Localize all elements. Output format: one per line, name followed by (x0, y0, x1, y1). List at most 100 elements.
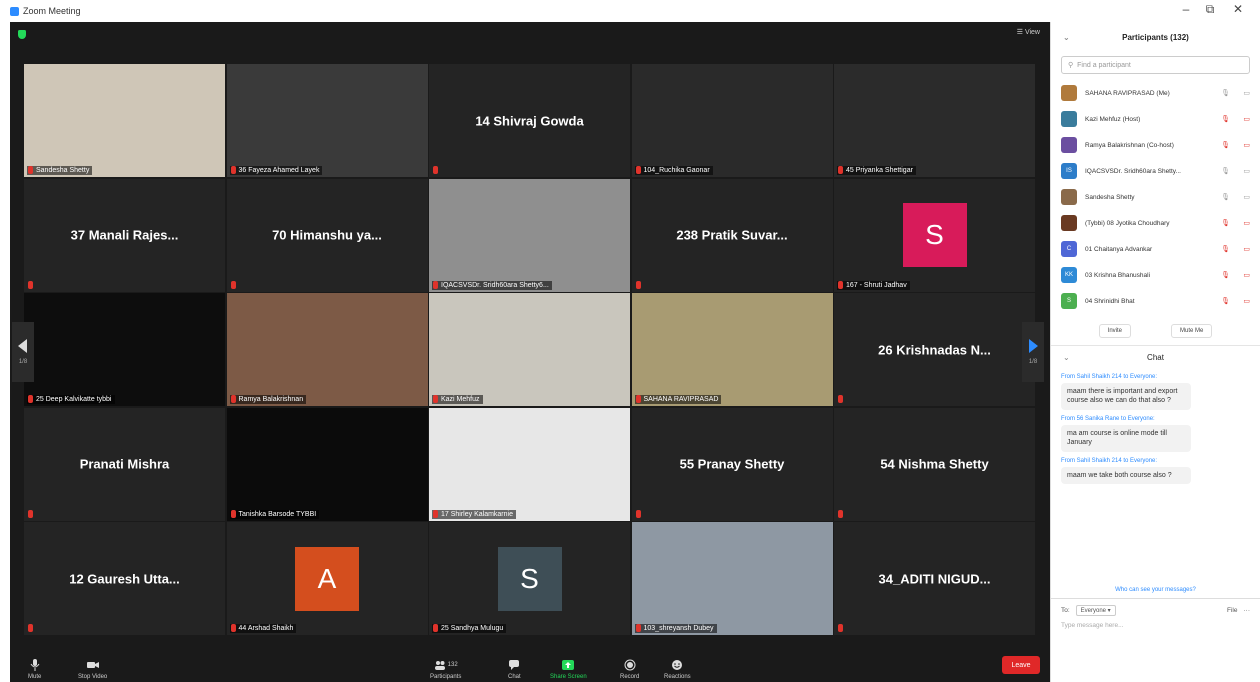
file-button[interactable]: File (1227, 607, 1237, 614)
participant-row[interactable]: IS IQACSVSDr. Sridh60ara Shetty... 🎙︎ ▭ (1051, 158, 1260, 184)
participant-row[interactable]: (Tybbi) 08 Jyotika Choudhary 🎙︎ ▭ (1051, 210, 1260, 236)
video-tile[interactable]: 36 Fayeza Ahamed Layek (226, 64, 428, 177)
chat-message-input[interactable]: Type message here... (1061, 622, 1250, 629)
participant-avatar (1061, 111, 1077, 127)
video-tile[interactable]: 26 Krishnadas N... (834, 293, 1035, 406)
video-tile[interactable]: Kazi Mehfuz (429, 293, 630, 406)
participant-row[interactable]: S 04 Shrinidhi Bhat 🎙︎ ▭ (1051, 288, 1260, 314)
video-tile[interactable]: 70 Himanshu ya... (226, 178, 428, 292)
video-tile[interactable]: 45 Priyanka Shettigar (834, 64, 1035, 177)
next-page-button[interactable]: 1/8 (1022, 322, 1044, 382)
record-button[interactable]: Record (620, 659, 639, 680)
more-options-button[interactable]: ··· (1244, 607, 1251, 614)
close-button[interactable]: ✕ (1228, 2, 1248, 16)
video-tile[interactable]: Ramya Balakrishnan (226, 293, 428, 406)
invite-button[interactable]: Invite (1098, 323, 1131, 338)
participant-name: 26 Krishnadas N... (878, 342, 991, 357)
microphone-icon (30, 659, 40, 671)
video-tile[interactable]: S 167 - Shruti Jadhav (834, 178, 1035, 292)
side-panel: ⌄ Participants (132) ⚲ Find a participan… (1050, 22, 1260, 682)
muted-mic-icon (635, 166, 641, 174)
participant-row[interactable]: Kazi Mehfuz (Host) 🎙︎ ▭ (1051, 106, 1260, 132)
view-button[interactable]: ☰ View (1017, 28, 1040, 36)
muted-mic-icon (230, 509, 236, 518)
video-tile[interactable]: 104_Ruchika Gaonar (631, 64, 833, 177)
meeting-area: ☰ View Sandesha Shetty 36 Fayeza Ahamed L… (10, 22, 1050, 682)
share-screen-button[interactable]: Share Screen (550, 659, 587, 680)
participant-name: 12 Gauresh Utta... (69, 571, 180, 586)
who-can-see-link[interactable]: Who can see your messages? (1051, 584, 1260, 598)
participants-button[interactable]: 132 Participants (430, 659, 461, 680)
participant-row[interactable]: KK 03 Krishna Bhanushali 🎙︎ ▭ (1051, 262, 1260, 288)
share-screen-icon (562, 660, 575, 670)
participant-video (834, 64, 1035, 177)
tile-name-label: 25 Deep Kalvikatte tybbi (27, 395, 115, 404)
tile-name-label: 103_shreyansh Dubey (634, 624, 717, 633)
participant-row[interactable]: Sandesha Shetty 🎙︎ ▭ (1051, 184, 1260, 210)
recipient-select[interactable]: Everyone ▾ (1075, 605, 1116, 616)
prev-page-indicator: 1/8 (18, 359, 28, 365)
participant-name: 70 Himanshu ya... (272, 227, 382, 243)
video-tile[interactable]: Sandesha Shetty (24, 64, 225, 177)
mic-icon: 🎙︎ (1221, 194, 1230, 201)
participant-name: IQACSVSDr. Sridh60ara Shetty... (1085, 167, 1181, 175)
participant-search-input[interactable]: ⚲ Find a participant (1061, 56, 1250, 74)
chat-compose: To: Everyone ▾ File ··· Type message her… (1051, 598, 1260, 635)
video-tile[interactable]: SAHANA RAVIPRASAD (631, 293, 833, 406)
video-tile[interactable]: IQACSVSDr. Sridh60ara Shetty6... (429, 178, 630, 292)
participant-video (24, 293, 225, 406)
muted-mic-icon (635, 280, 641, 289)
chat-button[interactable]: Chat (508, 659, 521, 680)
video-tile[interactable]: 14 Shivraj Gowda (429, 64, 630, 177)
mute-label: Mute (28, 674, 42, 680)
video-camera-icon (86, 662, 99, 668)
tile-name-label: 45 Priyanka Shettigar (837, 166, 916, 175)
video-tile[interactable]: Tanishka Barsode TYBBI (226, 407, 428, 521)
muted-mic-icon: 🎙︎ (1221, 220, 1230, 227)
video-tile[interactable]: 103_shreyansh Dubey (631, 522, 833, 635)
maximize-button[interactable]: ⧉ (1200, 2, 1220, 17)
camera-icon: ▭ (1243, 142, 1250, 149)
video-tile[interactable]: Pranati Mishra (24, 407, 225, 521)
meeting-toolbar: Mute Stop Video 132 Participants Chat Sh… (10, 648, 1050, 682)
participant-video (429, 293, 630, 406)
video-tile[interactable]: 37 Manali Rajes... (24, 178, 225, 292)
meeting-topbar: ☰ View (10, 22, 1050, 46)
muted-mic-icon: 🎙︎ (1221, 298, 1230, 305)
minimize-button[interactable]: – (1176, 2, 1196, 16)
chat-collapse-chevron-icon[interactable]: ⌄ (1063, 353, 1070, 362)
stop-video-button[interactable]: Stop Video (78, 659, 107, 680)
mute-me-button[interactable]: Mute Me (1171, 323, 1213, 338)
video-tile[interactable]: 55 Pranay Shetty (631, 407, 833, 521)
video-tile[interactable]: 238 Pratik Suvar... (631, 178, 833, 292)
prev-page-button[interactable]: 1/8 (12, 322, 34, 382)
tile-name-label: 44 Arshad Shaikh (229, 624, 297, 633)
muted-mic-icon: 🎙︎ (1221, 116, 1230, 123)
participant-row[interactable]: SAHANA RAVIPRASAD (Me) 🎙︎ ▭ (1051, 80, 1260, 106)
muted-mic-icon (838, 280, 843, 289)
video-tile[interactable]: 34_ADITI NIGUD... (834, 522, 1035, 635)
video-tile[interactable]: 25 Deep Kalvikatte tybbi (24, 293, 225, 406)
participant-row[interactable]: C 01 Chaitanya Advankar 🎙︎ ▭ (1051, 236, 1260, 262)
mute-button[interactable]: Mute (28, 659, 41, 680)
muted-mic-icon (838, 509, 843, 518)
participant-video (226, 64, 428, 177)
participants-actions: Invite Mute Me (1051, 316, 1260, 346)
video-tile[interactable]: 54 Nishma Shetty (834, 407, 1035, 521)
video-tile[interactable]: 17 Shirley Kalamkarnie (429, 407, 630, 521)
participant-row[interactable]: Ramya Balakrishnan (Co-host) 🎙︎ ▭ (1051, 132, 1260, 158)
participant-name: Ramya Balakrishnan (Co-host) (1085, 141, 1174, 149)
video-tile[interactable]: A 44 Arshad Shaikh (226, 522, 428, 635)
video-tile[interactable]: S 25 Sandhya Mulugu (429, 522, 630, 635)
muted-mic-icon (433, 624, 438, 632)
reactions-button[interactable]: Reactions (664, 659, 691, 680)
participant-video (429, 178, 630, 292)
video-tile[interactable]: 12 Gauresh Utta... (24, 522, 225, 635)
encryption-shield-icon[interactable] (18, 30, 26, 39)
participant-avatar (1061, 215, 1077, 231)
tile-name-label: 25 Sandhya Mulugu (432, 624, 507, 633)
muted-mic-icon (230, 624, 236, 632)
participant-video (24, 64, 225, 177)
collapse-chevron-icon[interactable]: ⌄ (1063, 33, 1070, 42)
leave-button[interactable]: Leave (1002, 656, 1040, 674)
